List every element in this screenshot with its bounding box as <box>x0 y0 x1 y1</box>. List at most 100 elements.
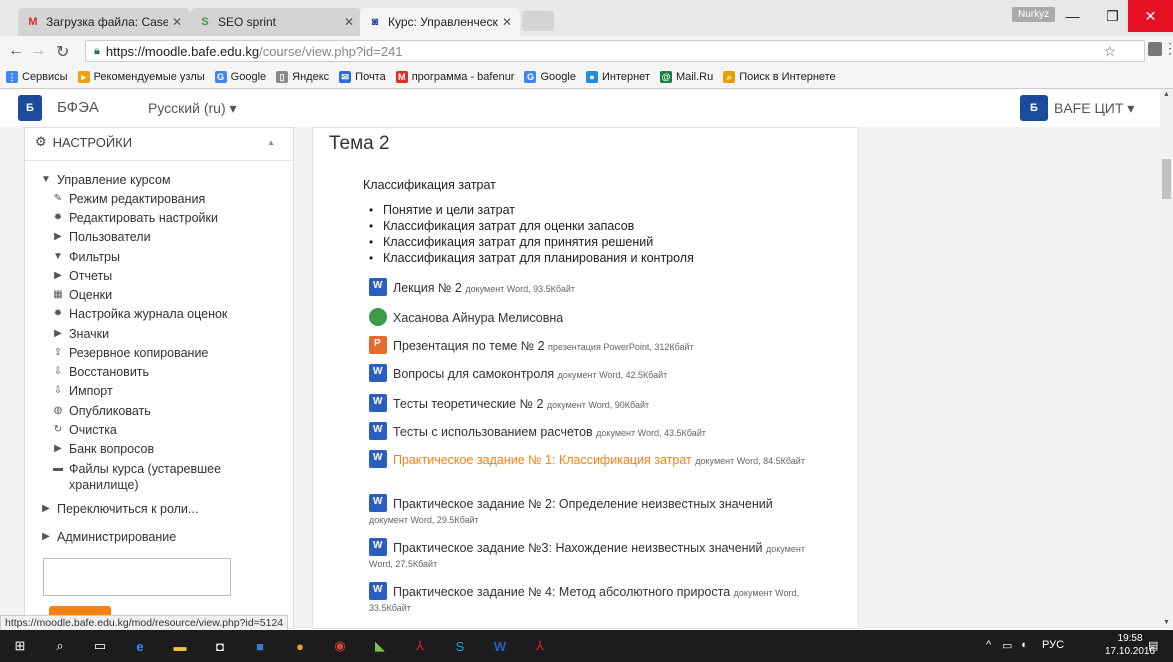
edge-icon[interactable]: e <box>130 636 150 656</box>
acrobat-icon[interactable]: ⅄ <box>530 636 550 656</box>
settings-item[interactable]: ▶ Пользователи <box>51 229 150 245</box>
tab-moodle[interactable]: ◙ Курс: Управленческий у ✕ <box>360 8 520 36</box>
back-arrow-icon[interactable]: ← <box>8 42 24 60</box>
settings-item[interactable]: ▼ Управление курсом <box>39 172 171 188</box>
chrome-icon[interactable]: ◉ <box>330 636 350 656</box>
settings-item[interactable]: ▶ Администрирование <box>39 529 176 545</box>
collapse-icon[interactable]: ▲ <box>267 138 275 147</box>
bookmark-item[interactable]: G Google <box>524 71 576 83</box>
tab-seo[interactable]: S SEO sprint ✕ <box>190 8 362 36</box>
close-icon[interactable]: ✕ <box>502 15 512 29</box>
store-icon[interactable]: ◘ <box>210 636 230 656</box>
search-input[interactable] <box>43 558 231 596</box>
user-menu[interactable]: BAFE ЦИТ ▾ <box>1054 100 1134 117</box>
settings-item[interactable]: ▶ Отчеты <box>51 268 112 284</box>
task-view-icon[interactable]: ▭ <box>90 636 110 656</box>
activity-name[interactable]: Презентация по теме № 2 <box>393 339 545 353</box>
bookmark-item[interactable]: ⋮ Сервисы <box>6 71 68 83</box>
settings-item[interactable]: ▦ Оценки <box>51 287 112 303</box>
activity-item[interactable]: Лекция № 2 документ Word, 93.5Кбайт <box>369 278 809 296</box>
activity-item[interactable]: Тесты с использованием расчетов документ… <box>369 422 809 440</box>
settings-item[interactable]: ▶ Значки <box>51 326 109 342</box>
new-tab-button[interactable] <box>522 11 554 31</box>
publish-icon: ◍ <box>53 405 63 416</box>
url-host: https://moodle.bafe.edu.kg <box>105 43 260 59</box>
page-scrollbar[interactable]: ▲ ▼ <box>1160 89 1173 629</box>
settings-item[interactable]: ▶ Банк вопросов <box>51 441 154 457</box>
activity-item[interactable]: Практическое задание № 4: Метод абсолютн… <box>369 582 809 614</box>
bookmark-item[interactable]: ● Интернет <box>585 71 650 83</box>
tray-arrow-icon[interactable]: ^ <box>986 639 991 651</box>
settings-item[interactable]: хранилище) <box>69 477 139 493</box>
extension-icon[interactable] <box>1148 42 1162 56</box>
language-indicator[interactable]: РУС <box>1042 639 1064 651</box>
activity-name[interactable]: Тесты теоретические № 2 <box>393 397 543 411</box>
activity-item[interactable]: Хасанова Айнура Мелисовна <box>369 308 809 326</box>
skype-icon[interactable]: S <box>450 636 470 656</box>
activity-name[interactable]: Практическое задание №3: Нахождение неиз… <box>393 541 763 555</box>
activity-item[interactable]: Вопросы для самоконтроля документ Word, … <box>369 364 809 382</box>
scroll-down-icon[interactable]: ▼ <box>1163 619 1170 626</box>
windows-start-icon[interactable]: ⊞ <box>10 636 30 656</box>
activity-name[interactable]: Тесты с использованием расчетов <box>393 425 593 439</box>
settings-item[interactable]: ⇩ Импорт <box>51 383 113 399</box>
bookmark-star-icon[interactable]: ☆ <box>1103 43 1116 60</box>
activity-name[interactable]: Вопросы для самоконтроля <box>393 367 554 381</box>
activity-item[interactable]: Практическое задание № 2: Определение не… <box>369 494 809 526</box>
profile-badge[interactable]: Nurkyz <box>1012 7 1056 22</box>
activity-name[interactable]: Практическое задание № 1: Классификация … <box>393 453 692 467</box>
bookmark-item[interactable]: Mпрограмма - bafenur <box>395 71 514 83</box>
settings-item[interactable]: ✎ Режим редактирования <box>51 191 205 207</box>
site-brand[interactable]: БФЭА <box>57 99 99 116</box>
settings-item[interactable]: ✹ Редактировать настройки <box>51 210 218 226</box>
forward-arrow-icon[interactable]: → <box>30 42 46 60</box>
close-window-button[interactable]: ✕ <box>1128 0 1173 32</box>
settings-item[interactable]: ▶ Переключиться к роли... <box>39 501 198 517</box>
activity-name[interactable]: Хасанова Айнура Мелисовна <box>393 311 563 325</box>
tab-gmail[interactable]: M Загрузка файла: Case-ST ✕ <box>18 8 190 36</box>
settings-item[interactable]: ⇪ Резервное копирование <box>51 345 209 361</box>
scroll-up-icon[interactable]: ▲ <box>1163 91 1170 98</box>
settings-item[interactable]: ▬ Файлы курса (устаревшее <box>51 461 221 477</box>
language-menu[interactable]: Русский (ru) ▾ <box>148 100 237 117</box>
settings-item[interactable]: ✹ Настройка журнала оценок <box>51 306 228 322</box>
bookmark-item[interactable]: @ Mail.Ru <box>659 71 713 83</box>
bookmark-item[interactable]: ▯ Яндекс <box>276 71 329 83</box>
activity-name[interactable]: Лекция № 2 <box>393 281 462 295</box>
bookmark-label: Google <box>230 71 267 83</box>
activity-name[interactable]: Практическое задание № 2: Определение не… <box>393 497 773 511</box>
reload-icon[interactable]: ↻ <box>56 42 69 62</box>
minimize-button[interactable]: — <box>1050 0 1095 32</box>
bookmark-item[interactable]: ✉ Почта <box>339 71 386 83</box>
app-icon[interactable]: ◣ <box>370 636 390 656</box>
menu-icon[interactable]: ⋮ <box>1163 40 1173 57</box>
site-logo[interactable]: Б <box>18 95 42 121</box>
volume-icon[interactable]: ◖ <box>1020 639 1027 651</box>
bookmark-item[interactable]: ⌕ Поиск в Интернете <box>723 71 836 83</box>
network-icon[interactable]: ▭ <box>1002 639 1012 652</box>
settings-item[interactable]: ↻ Очистка <box>51 422 117 438</box>
settings-item[interactable]: ▼ Фильтры <box>51 249 120 265</box>
activity-item[interactable]: Тесты теоретические № 2 документ Word, 9… <box>369 394 809 412</box>
word-icon[interactable]: W <box>490 636 510 656</box>
explorer-icon[interactable]: ▬ <box>170 636 190 656</box>
activity-item[interactable]: Практическое задание № 1: Классификация … <box>369 450 809 468</box>
app-icon[interactable]: ■ <box>250 636 270 656</box>
search-icon[interactable]: ⌕ <box>50 636 70 656</box>
address-bar[interactable]: 🔒︎ https://moodle.bafe.edu.kg/course/vie… <box>85 40 1145 62</box>
bookmark-item[interactable]: G Google <box>214 71 267 83</box>
close-icon[interactable]: ✕ <box>172 15 182 29</box>
scroll-thumb[interactable] <box>1162 159 1171 199</box>
activity-item[interactable]: Презентация по теме № 2 презентация Powe… <box>369 336 809 354</box>
app-icon[interactable]: ● <box>290 636 310 656</box>
activity-name[interactable]: Практическое задание № 4: Метод абсолютн… <box>393 585 730 599</box>
activity-item[interactable]: Практическое задание №3: Нахождение неиз… <box>369 538 809 570</box>
settings-item[interactable]: ⇩ Восстановить <box>51 364 149 380</box>
collapsed-arrow-icon: ▶ <box>42 531 50 542</box>
notification-icon[interactable]: ▤ <box>1148 639 1158 652</box>
acrobat-icon[interactable]: ⅄ <box>410 636 430 656</box>
avatar[interactable]: Б <box>1020 95 1048 121</box>
settings-item[interactable]: ◍ Опубликовать <box>51 403 151 419</box>
close-icon[interactable]: ✕ <box>344 15 354 29</box>
bookmark-item[interactable]: ▸ Рекомендуемые узлы <box>77 71 205 83</box>
